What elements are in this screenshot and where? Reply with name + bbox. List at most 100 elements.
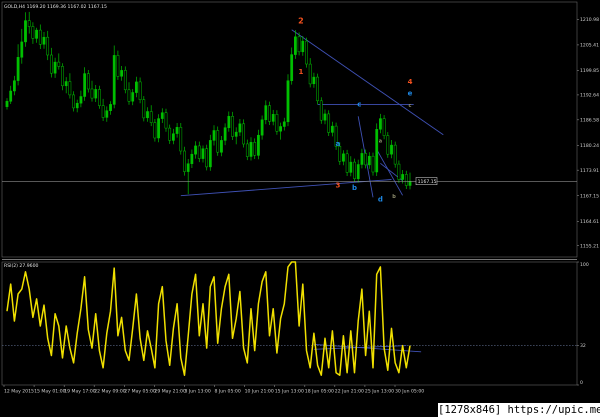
candle-body xyxy=(105,110,109,118)
candle-body xyxy=(49,54,53,74)
candle-body xyxy=(249,142,253,157)
time-axis-label: 22 Jun 21:00 xyxy=(335,389,364,395)
price-axis-label: 1173.91 xyxy=(580,168,599,174)
candle-body xyxy=(338,146,342,162)
candle-body xyxy=(404,174,408,186)
time-axis-label: 18 Jun 05:00 xyxy=(305,389,334,395)
candle xyxy=(375,123,379,176)
candle-body xyxy=(260,119,264,136)
candle xyxy=(327,110,331,136)
candle-body xyxy=(79,96,83,104)
wave-label: b xyxy=(352,184,357,192)
candle-body xyxy=(257,134,260,156)
candle-body xyxy=(382,118,386,136)
wave-label: 1 xyxy=(298,68,303,76)
candle-body xyxy=(131,92,135,102)
candle xyxy=(319,97,323,124)
price-axis-label: 1167.15 xyxy=(580,193,599,199)
candle-body xyxy=(175,127,179,134)
rsi-axis-label: 0 xyxy=(580,380,583,386)
candle-body xyxy=(294,36,297,55)
price-axis-label: 1164.61 xyxy=(580,219,599,225)
time-axis-label: 10 Jun 21:00 xyxy=(245,389,274,395)
candle-body xyxy=(360,153,364,165)
candle-body xyxy=(135,81,138,93)
candle-body xyxy=(5,100,9,107)
candle-body xyxy=(27,20,31,27)
candle-body xyxy=(86,73,90,90)
wave-label: b xyxy=(392,194,396,200)
candle-body xyxy=(68,81,72,96)
candle-body xyxy=(253,142,257,156)
last-price-label: 1167.15 xyxy=(418,179,437,185)
candle xyxy=(286,74,290,127)
candle xyxy=(86,70,90,93)
candle xyxy=(142,96,146,122)
price-axis-label: 1205.41 xyxy=(580,43,599,49)
candle-body xyxy=(312,76,316,85)
wave-label: d xyxy=(378,195,383,203)
candle-body xyxy=(386,135,390,155)
wave-label: 3 xyxy=(335,181,340,189)
candle xyxy=(157,114,160,143)
wave-label: c xyxy=(409,103,412,109)
candle-body xyxy=(323,113,327,121)
candle xyxy=(393,141,397,168)
candle-body xyxy=(179,127,183,152)
candle-body xyxy=(234,131,238,137)
chart-background xyxy=(0,0,600,417)
candle-body xyxy=(245,143,249,157)
candle-body xyxy=(242,123,246,145)
candle-body xyxy=(227,116,231,129)
candle-body xyxy=(35,29,38,39)
candle-body xyxy=(205,148,209,168)
candle-body xyxy=(316,76,319,102)
candle-body xyxy=(201,148,205,159)
time-axis-label: 3 Jun 13:00 xyxy=(185,389,211,395)
candle xyxy=(216,126,220,156)
candle-body xyxy=(401,174,404,180)
chart-title: GOLD,H4 1169.20 1169.36 1167.02 1167.15 xyxy=(4,4,107,10)
candle xyxy=(183,146,186,176)
price-axis-label: 1199.85 xyxy=(580,68,599,74)
candle-body xyxy=(208,140,212,168)
trading-chart[interactable]: 2134eccabdab 1210.981205.411199.851192.6… xyxy=(0,0,600,417)
price-axis-label: 1155.21 xyxy=(580,243,599,249)
candle-body xyxy=(42,36,46,45)
time-axis-label: 19 May 17:00 xyxy=(64,389,96,395)
candle-body xyxy=(190,153,194,164)
candle-body xyxy=(305,40,308,65)
candle-body xyxy=(127,89,131,102)
candle-body xyxy=(212,130,216,141)
candle xyxy=(242,119,246,148)
candle-body xyxy=(286,80,290,123)
time-axis-label: 15 Jun 13:00 xyxy=(275,389,304,395)
wave-label: 2 xyxy=(298,17,304,26)
candle-body xyxy=(46,36,50,56)
candle-body xyxy=(397,163,401,180)
candle xyxy=(353,158,356,183)
candle-body xyxy=(38,29,42,45)
candle xyxy=(371,152,375,176)
candle-body xyxy=(168,127,172,141)
candle-body xyxy=(109,104,112,111)
candle xyxy=(386,132,390,158)
candle-body xyxy=(345,153,349,173)
wave-label: e xyxy=(408,90,413,98)
candle-body xyxy=(57,61,61,67)
candle-body xyxy=(112,55,116,105)
candle-body xyxy=(330,125,334,133)
last-price-marker: 1167.15 xyxy=(415,177,438,185)
candle-body xyxy=(197,145,201,159)
price-axis-label: 1186.58 xyxy=(580,117,599,123)
candle xyxy=(98,85,101,109)
wave-label: c xyxy=(357,100,361,108)
candle-body xyxy=(186,163,190,172)
candle xyxy=(123,66,127,94)
candle xyxy=(205,144,209,171)
candle-body xyxy=(367,155,371,166)
candle-body xyxy=(275,114,279,132)
candle-body xyxy=(268,105,271,122)
time-axis-label: 30 Jun 05:00 xyxy=(395,389,424,395)
candle-body xyxy=(308,63,312,85)
